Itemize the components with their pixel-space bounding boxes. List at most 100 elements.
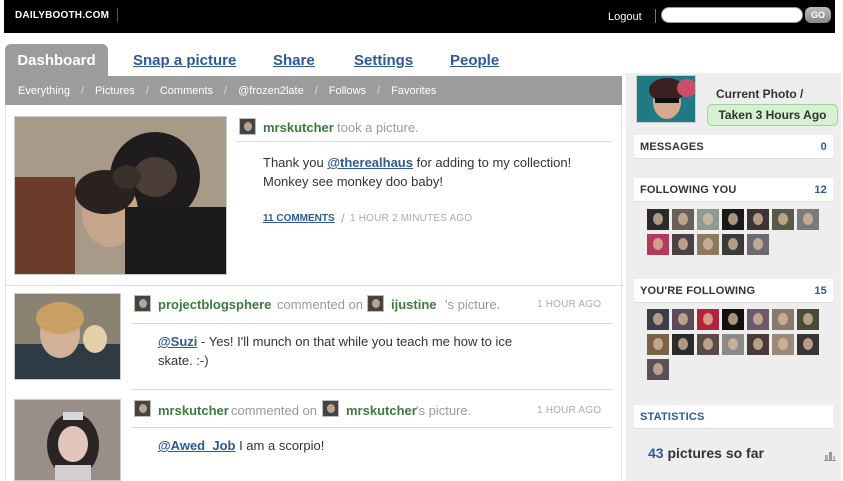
following-you-label: FOLLOWING YOU (640, 183, 737, 196)
subnav-everything[interactable]: Everything (18, 85, 70, 97)
messages-label: MESSAGES (640, 140, 704, 153)
target-suffix: 's picture. (445, 297, 501, 312)
feed-photo[interactable] (14, 116, 227, 275)
following-avatar[interactable] (722, 334, 744, 355)
message-text: - Yes! I'll munch on that while you teac… (158, 334, 513, 368)
time-separator: / (341, 211, 345, 226)
following-avatar[interactable] (722, 309, 744, 330)
current-photo[interactable] (636, 75, 696, 123)
following-avatar[interactable] (797, 309, 819, 330)
following-avatar[interactable] (747, 334, 769, 355)
subnav-favorites[interactable]: Favorites (391, 85, 436, 97)
following-avatar[interactable] (797, 334, 819, 355)
current-photo-label[interactable]: Current Photo / (716, 87, 803, 101)
feed-action: took a picture. (337, 120, 419, 135)
pictures-count: 43 (648, 445, 664, 461)
feed-message: @Awed_Job I am a scorpio! (158, 436, 538, 455)
following-avatar[interactable] (672, 334, 694, 355)
user-avatar[interactable] (239, 118, 256, 135)
follower-avatar[interactable] (697, 209, 719, 230)
feed-username[interactable]: mrskutcher (263, 120, 334, 135)
following-avatar[interactable] (772, 309, 794, 330)
follower-avatar[interactable] (672, 234, 694, 255)
feed-message: @Suzi - Yes! I'll munch on that while yo… (158, 332, 538, 370)
divider (131, 323, 613, 324)
tab-people[interactable]: People (450, 52, 499, 69)
youre-following-header[interactable]: YOU'RE FOLLOWING 15 (634, 279, 833, 303)
following-avatar[interactable] (647, 359, 669, 380)
feed-message: Thank you @therealhaus for adding to my … (263, 153, 593, 191)
following-avatar[interactable] (647, 309, 669, 330)
bar-chart-icon[interactable] (824, 449, 836, 461)
statistics-text: 43 pictures so far (648, 445, 764, 461)
follower-avatar[interactable] (747, 234, 769, 255)
following-avatar[interactable] (672, 309, 694, 330)
subnav-pictures[interactable]: Pictures (95, 85, 135, 97)
feed-username[interactable]: projectblogsphere (158, 297, 271, 312)
follower-avatar[interactable] (672, 209, 694, 230)
tab-settings[interactable]: Settings (354, 52, 413, 69)
separator: / (80, 84, 85, 97)
statistics-label: STATISTICS (640, 410, 705, 423)
feed-action: commented on (231, 403, 317, 418)
pictures-suffix: pictures so far (663, 445, 764, 461)
feed-photo[interactable] (14, 399, 121, 481)
message-text: Thank you (263, 155, 328, 170)
feed-username[interactable]: mrskutcher (158, 403, 229, 418)
subnav-comments[interactable]: Comments (160, 85, 213, 97)
tab-share[interactable]: Share (273, 52, 315, 69)
following-you-grid (647, 209, 819, 255)
comments-link[interactable]: 11 COMMENTS (263, 213, 335, 224)
following-avatar[interactable] (772, 334, 794, 355)
user-avatar[interactable] (134, 400, 151, 417)
follower-avatar[interactable] (647, 209, 669, 230)
user-avatar[interactable] (134, 295, 151, 312)
tab-snap-a-picture[interactable]: Snap a picture (133, 52, 236, 69)
divider (131, 389, 613, 390)
youre-following-count: 15 (814, 284, 827, 297)
target-username[interactable]: mrskutcher (346, 403, 417, 418)
subnav-mentions[interactable]: @frozen2late (238, 85, 304, 97)
following-avatar[interactable] (697, 334, 719, 355)
youre-following-label: YOU'RE FOLLOWING (640, 284, 756, 297)
statistics-header[interactable]: STATISTICS (634, 405, 833, 429)
monkey-photo-image (15, 117, 226, 274)
search-input[interactable] (661, 7, 803, 23)
mention-link[interactable]: @Awed_Job (158, 438, 235, 453)
following-avatar[interactable] (697, 309, 719, 330)
follower-avatar[interactable] (647, 234, 669, 255)
activity-feed: mrskutcher took a picture. Thank you @th… (5, 105, 623, 481)
separator: / (314, 84, 318, 97)
following-avatar[interactable] (647, 334, 669, 355)
go-button[interactable]: GO (805, 7, 831, 23)
feed-action: commented on (277, 297, 363, 312)
user-photo-image (15, 400, 120, 480)
mention-link[interactable]: @therealhaus (327, 155, 413, 170)
target-username[interactable]: ijustine (391, 297, 437, 312)
logout-link[interactable]: Logout (608, 11, 642, 23)
logo[interactable]: DAILYBOOTH.COM (15, 10, 109, 21)
following-you-header[interactable]: FOLLOWING YOU 12 (634, 178, 833, 202)
divider (236, 141, 612, 142)
following-avatar[interactable] (747, 309, 769, 330)
mention-link[interactable]: @Suzi (158, 334, 197, 349)
tab-dashboard[interactable]: Dashboard (5, 44, 108, 76)
target-avatar[interactable] (367, 295, 384, 312)
follower-avatar[interactable] (722, 234, 744, 255)
follower-avatar[interactable] (772, 209, 794, 230)
divider (6, 285, 623, 286)
divider (655, 9, 656, 23)
follower-avatar[interactable] (747, 209, 769, 230)
messages-header[interactable]: MESSAGES 0 (634, 135, 833, 159)
divider (131, 427, 613, 428)
feed-photo[interactable] (14, 293, 121, 380)
separator: / (224, 84, 228, 97)
following-you-count: 12 (814, 183, 827, 196)
sidebar: MESSAGES 0 FOLLOWING YOU 12 YOU'RE FOLLO… (626, 73, 841, 481)
target-avatar[interactable] (322, 400, 339, 417)
main-nav: Dashboard Snap a picture Share Settings … (5, 44, 622, 76)
follower-avatar[interactable] (797, 209, 819, 230)
follower-avatar[interactable] (722, 209, 744, 230)
subnav-follows[interactable]: Follows (329, 85, 366, 97)
follower-avatar[interactable] (697, 234, 719, 255)
